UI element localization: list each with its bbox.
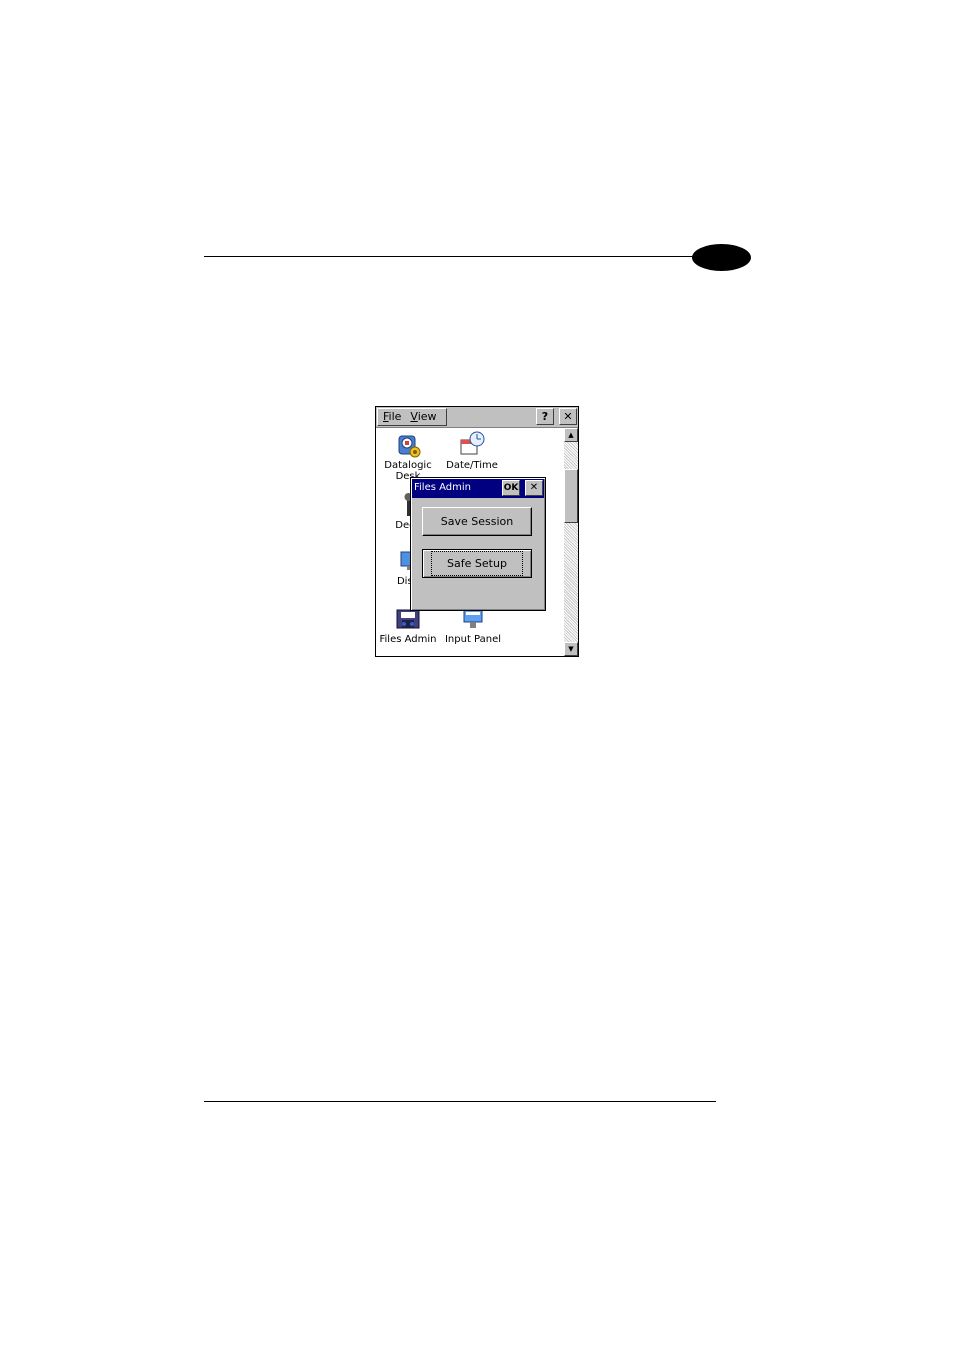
save-session-button[interactable]: Save Session: [422, 507, 532, 536]
footer-rule: [204, 1101, 716, 1102]
menu-file-rest: ile: [388, 410, 402, 423]
files-admin-dialog: Files Admin OK ✕ Save Session Safe Setup: [410, 477, 546, 611]
menu-file[interactable]: File: [378, 409, 405, 425]
dialog-title: Files Admin: [414, 482, 471, 493]
app-label: Date/Time: [446, 460, 498, 471]
close-icon: ✕: [563, 410, 573, 423]
chapter-tab-marker: [692, 244, 751, 271]
menu-view[interactable]: View: [405, 409, 440, 425]
scroll-thumb[interactable]: [564, 469, 578, 523]
app-date-time[interactable]: Date/Time: [440, 430, 504, 471]
arrow-up-icon: ▲: [568, 431, 574, 439]
dialog-ok-button[interactable]: OK: [502, 480, 520, 496]
menu-view-rest: iew: [417, 410, 437, 423]
dialog-title-bar: Files Admin OK ✕: [412, 479, 544, 498]
app-label: Datalogic: [384, 460, 432, 471]
close-icon: ✕: [529, 482, 539, 493]
datalogic-desktop-icon: [398, 435, 421, 458]
arrow-down-icon: ▼: [568, 645, 574, 653]
scroll-down-button[interactable]: ▼: [564, 642, 578, 656]
menu-view-mnemonic: V: [410, 410, 418, 423]
help-button[interactable]: ?: [536, 408, 554, 425]
save-session-label: Save Session: [440, 515, 514, 528]
dialog-close-button[interactable]: ✕: [525, 480, 543, 496]
scroll-up-button[interactable]: ▲: [564, 428, 578, 442]
menu-group: File View: [377, 408, 447, 426]
menu-bar: File View ? ✕: [376, 407, 578, 428]
help-icon: ?: [541, 410, 549, 423]
app-label: Files Admin: [379, 634, 437, 645]
header-rule: [204, 256, 694, 257]
app-datalogic-desktop[interactable]: Datalogic Desk: [380, 430, 436, 482]
safe-setup-label: Safe Setup: [431, 551, 523, 576]
device-screen: File View ? ✕ Datalogic Desk Date/Time D…: [375, 406, 579, 657]
window-close-button[interactable]: ✕: [559, 408, 577, 425]
vertical-scrollbar[interactable]: ▲ ▼: [564, 428, 578, 656]
app-label: Input Panel: [444, 634, 502, 645]
date-time-icon: [460, 431, 485, 455]
safe-setup-button[interactable]: Safe Setup: [422, 549, 532, 578]
